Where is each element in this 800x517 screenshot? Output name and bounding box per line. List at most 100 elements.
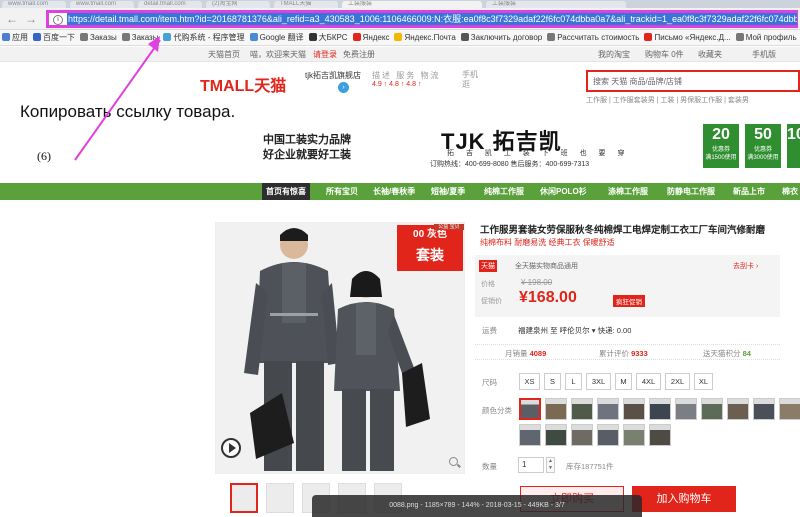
menu-item-all[interactable]: 所有宝贝 bbox=[326, 183, 358, 200]
bookmark-icon bbox=[308, 33, 317, 41]
menu-item-short-sleeve[interactable]: 短袖/夏季 bbox=[431, 183, 465, 200]
search-input[interactable]: 搜索 天猫 商品/品牌/店铺 bbox=[586, 70, 800, 92]
color-swatch[interactable] bbox=[675, 398, 697, 420]
menu-item-antistatic[interactable]: 防静电工作服 bbox=[667, 183, 715, 200]
coupon-card[interactable]: 50 优惠券 满3000使用 bbox=[745, 124, 781, 168]
total-reviews[interactable]: 累计评价 9333 bbox=[599, 348, 648, 359]
bookmark-label: Google 翻译 bbox=[259, 33, 304, 42]
register-link[interactable]: 免费注册 bbox=[343, 47, 375, 62]
cart-link[interactable]: 购物车 0件 bbox=[645, 47, 684, 62]
bookmark-item[interactable]: Рассчитать стоимость bbox=[545, 30, 642, 45]
bookmark-item[interactable]: Заказы bbox=[78, 30, 120, 45]
hot-search-words[interactable]: 工作服 | 工作服套装男 | 工装 | 男保服工作服 | 套装男 bbox=[586, 95, 749, 105]
bookmark-item[interactable]: 大БКРС bbox=[307, 30, 351, 45]
browser-tab[interactable]: (2)淘宝网 bbox=[206, 1, 270, 8]
color-swatch[interactable] bbox=[545, 398, 567, 420]
forward-icon[interactable]: → bbox=[24, 12, 38, 26]
color-swatch[interactable] bbox=[779, 398, 800, 420]
coupon-condition: 满3000使用 bbox=[747, 155, 779, 161]
tmall-logo[interactable]: TMALL天猫 bbox=[200, 72, 286, 96]
menu-item-coat[interactable]: 棉衣 bbox=[782, 183, 798, 200]
thumbnail[interactable] bbox=[230, 483, 258, 513]
favorites-link[interactable]: 收藏夹 bbox=[698, 47, 722, 62]
bookmark-item[interactable]: Заключить договор bbox=[459, 30, 545, 45]
color-swatch[interactable] bbox=[649, 424, 671, 446]
browser-tab[interactable]: www.tmall.com bbox=[2, 1, 66, 8]
color-swatch[interactable] bbox=[701, 398, 723, 420]
home-link[interactable]: 天猫首页 bbox=[208, 47, 240, 62]
color-swatch[interactable] bbox=[519, 424, 541, 446]
menu-item-new[interactable]: 新品上市 bbox=[733, 183, 765, 200]
browser-tab[interactable]: www.tmall.com bbox=[70, 1, 134, 8]
menu-item-long-sleeve[interactable]: 长袖/春秋季 bbox=[373, 183, 415, 200]
browser-tab[interactable]: 工装服装 bbox=[486, 1, 626, 8]
menu-item-poly-cotton[interactable]: 涤棉工作服 bbox=[608, 183, 648, 200]
color-swatch[interactable] bbox=[571, 424, 593, 446]
bookmark-item[interactable]: Яндекс bbox=[351, 30, 393, 45]
color-swatch[interactable] bbox=[753, 398, 775, 420]
browser-tab[interactable]: 工装服装 bbox=[342, 1, 482, 8]
bookmark-item[interactable]: Письмо «Яндекс.Д... bbox=[642, 30, 733, 45]
charity-badge: 公益 宝贝 bbox=[434, 224, 464, 230]
mobile-link[interactable]: 手机版 bbox=[752, 47, 776, 62]
color-swatch[interactable] bbox=[545, 424, 567, 446]
color-swatch[interactable] bbox=[649, 398, 671, 420]
browser-tab[interactable]: detail.tmall.com bbox=[138, 1, 202, 8]
thumbnail[interactable] bbox=[266, 483, 294, 513]
bookmark-icon bbox=[80, 33, 88, 41]
quantity-input[interactable]: 1 bbox=[518, 457, 544, 473]
size-option[interactable]: M bbox=[615, 373, 632, 390]
bookmark-item[interactable]: Заказы bbox=[120, 30, 162, 45]
size-option[interactable]: S bbox=[544, 373, 561, 390]
url-text[interactable]: https://detail.tmall.com/item.htm?id=201… bbox=[67, 13, 797, 25]
my-tmall-link[interactable]: 我的淘宝 bbox=[598, 47, 630, 62]
bookmark-item[interactable]: 代购系统 - 程序管理 bbox=[161, 30, 247, 45]
shipping-info[interactable]: 福建泉州 至 呼伦贝尔 ▾ 快递: 0.00 bbox=[518, 325, 631, 336]
color-swatch[interactable] bbox=[623, 398, 645, 420]
add-to-cart-button[interactable]: 加入购物车 bbox=[632, 486, 736, 512]
total-reviews-label: 累计评价 bbox=[599, 349, 629, 358]
mobile-shop-link[interactable]: 手机逛 bbox=[462, 70, 482, 90]
bookmark-item[interactable]: Мой профиль bbox=[734, 30, 800, 45]
coupon-card[interactable]: 20 优惠券 满1500使用 bbox=[703, 124, 739, 168]
color-swatch[interactable] bbox=[727, 398, 749, 420]
size-option[interactable]: L bbox=[565, 373, 582, 390]
shop-name[interactable]: tjk拓吉凯旗舰店 bbox=[305, 70, 361, 81]
menu-item-polo[interactable]: 休闲POLO衫 bbox=[540, 183, 587, 200]
size-option[interactable]: XS bbox=[519, 373, 540, 390]
bookmark-label: Заказы bbox=[131, 33, 159, 42]
product-title: 工作服男套装女劳保服秋冬纯棉焊工电焊定制工衣工厂车间汽修耐磨 bbox=[480, 225, 766, 236]
bookmark-item[interactable]: Google 翻译 bbox=[248, 30, 307, 45]
bookmark-item[interactable]: Яндекс.Почта bbox=[392, 30, 458, 45]
color-swatch[interactable] bbox=[597, 424, 619, 446]
menu-item-cotton[interactable]: 纯棉工作服 bbox=[484, 183, 524, 200]
bookmark-item[interactable]: 应用 bbox=[0, 30, 31, 45]
shipping-label: 运费 bbox=[482, 326, 497, 335]
info-icon[interactable]: i bbox=[53, 15, 63, 25]
bookmark-icon bbox=[249, 33, 258, 41]
color-swatch[interactable] bbox=[597, 398, 619, 420]
color-swatch[interactable] bbox=[519, 398, 541, 420]
bookmark-icon bbox=[352, 33, 361, 41]
quantity-stepper[interactable]: ▲ ▼ bbox=[546, 457, 555, 473]
bookmark-label: Рассчитать стоимость bbox=[557, 33, 640, 42]
size-option[interactable]: 2XL bbox=[665, 373, 690, 390]
login-link[interactable]: 请登录 bbox=[313, 47, 337, 62]
size-option[interactable]: 3XL bbox=[586, 373, 611, 390]
zoom-icon[interactable] bbox=[449, 457, 458, 466]
browser-tab[interactable]: TMALL天猫 bbox=[274, 1, 338, 8]
play-icon[interactable] bbox=[221, 438, 241, 458]
coupon-card[interactable]: 10 bbox=[787, 124, 800, 168]
color-swatch[interactable] bbox=[571, 398, 593, 420]
size-option[interactable]: 4XL bbox=[636, 373, 661, 390]
url-input[interactable]: i https://detail.tmall.com/item.htm?id=2… bbox=[46, 10, 798, 28]
coupon-link[interactable]: 去刮卡 › bbox=[733, 261, 758, 271]
coupon-amount: 10 bbox=[787, 126, 800, 143]
menu-item-home[interactable]: 首页有惊喜 bbox=[262, 183, 310, 200]
color-swatch[interactable] bbox=[623, 424, 645, 446]
size-option[interactable]: XL bbox=[694, 373, 713, 390]
bookmark-item[interactable]: 百度一下 bbox=[31, 30, 78, 45]
quantity-label: 数量 bbox=[482, 462, 497, 471]
back-icon[interactable]: ← bbox=[5, 12, 19, 26]
screenshot-root: www.tmall.com www.tmall.com detail.tmall… bbox=[0, 0, 800, 517]
